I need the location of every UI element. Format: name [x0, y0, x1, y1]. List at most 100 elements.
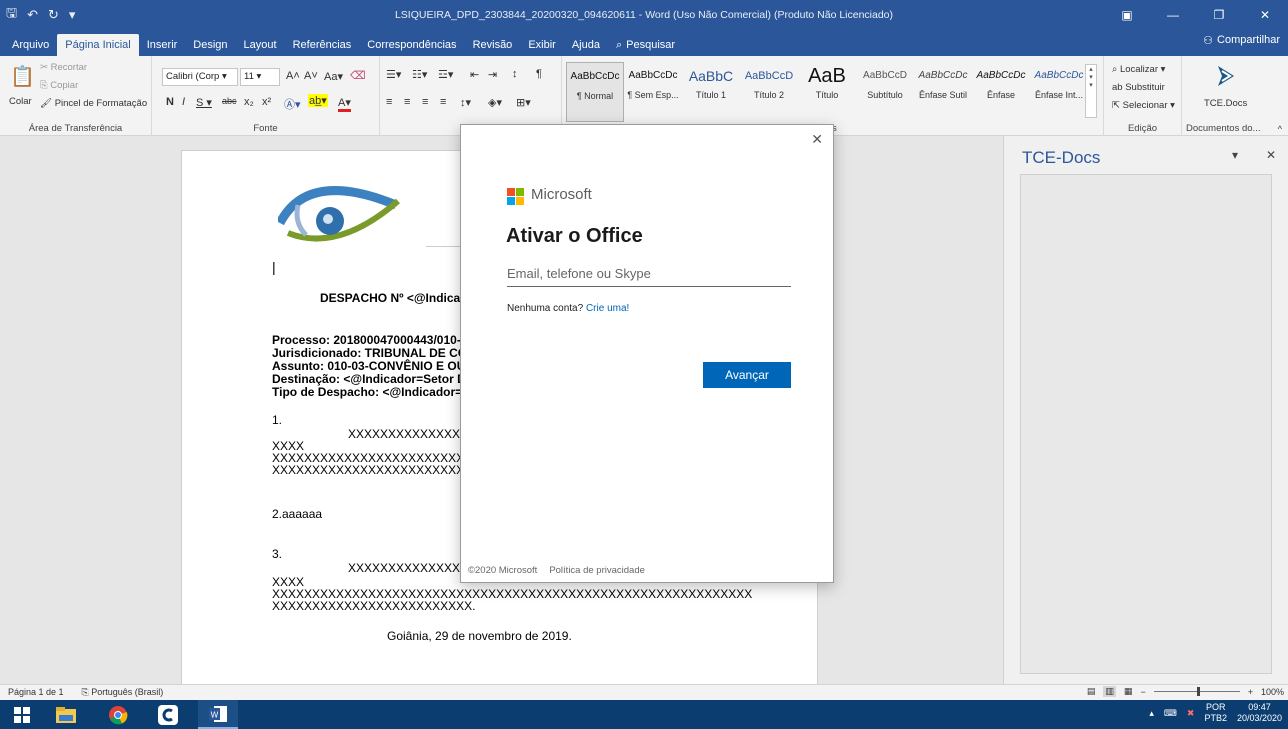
select-button[interactable]: ⇱ Selecionar ▾: [1112, 100, 1175, 111]
format-painter-button[interactable]: 🖌 Pincel de Formatação: [40, 98, 147, 109]
privacy-link[interactable]: Política de privacidade: [549, 565, 645, 576]
clear-formatting-icon[interactable]: ⌫: [350, 69, 366, 82]
read-mode-icon[interactable]: ▤: [1087, 686, 1096, 697]
style-item[interactable]: AaBbCcD Título 2: [740, 62, 798, 122]
tab-arquivo[interactable]: Arquivo: [4, 34, 57, 56]
decrease-indent-icon[interactable]: ⇤: [470, 68, 479, 81]
collapse-ribbon-icon[interactable]: ^: [1278, 124, 1282, 134]
styles-gallery-scroll[interactable]: ▴ ▾ ▾: [1085, 64, 1097, 118]
share-button[interactable]: ⚇ Compartilhar: [1203, 34, 1280, 47]
find-button[interactable]: ⌕ Localizar ▾: [1112, 64, 1165, 75]
item1-line2: XXXXXXXXXXXXXXXXXXXXXXXXX: [272, 463, 473, 477]
superscript-button[interactable]: x²: [262, 96, 271, 108]
increase-indent-icon[interactable]: ⇥: [488, 68, 497, 81]
shrink-font-icon[interactable]: A˅: [304, 70, 318, 82]
email-field[interactable]: [507, 261, 791, 287]
align-right-icon[interactable]: ≡: [422, 96, 428, 108]
align-center-icon[interactable]: ≡: [404, 96, 410, 108]
cut-button[interactable]: ✂ Recortar: [40, 62, 87, 73]
bold-button[interactable]: N: [166, 96, 174, 108]
text-effects-icon[interactable]: Ⓐ▾: [284, 96, 301, 112]
style-preview: AaBbC: [688, 68, 734, 84]
minimize-button[interactable]: —: [1150, 0, 1196, 30]
underline-button[interactable]: S ▾: [196, 96, 212, 109]
zoom-level[interactable]: 100%: [1261, 687, 1284, 697]
line-spacing-icon[interactable]: ↕▾: [460, 96, 471, 109]
italic-button[interactable]: I: [182, 96, 185, 108]
create-account-link[interactable]: Crie uma!: [586, 303, 629, 314]
align-left-icon[interactable]: ≡: [386, 96, 392, 108]
volume-muted-icon[interactable]: ✖: [1187, 708, 1195, 719]
paste-icon[interactable]: 📋: [10, 64, 35, 89]
style-item[interactable]: AaBbCcDc ¶ Normal: [566, 62, 624, 122]
font-color-icon[interactable]: A▾: [338, 96, 351, 112]
style-item[interactable]: AaB Título: [798, 62, 856, 122]
tray-chevron-icon[interactable]: ▴: [1149, 708, 1154, 719]
tab-inserir[interactable]: Inserir: [139, 34, 186, 56]
paste-button[interactable]: Colar: [9, 96, 32, 107]
zoom-out-icon[interactable]: −: [1140, 687, 1145, 697]
justify-icon[interactable]: ≡: [440, 96, 446, 108]
tab-design[interactable]: Design: [185, 34, 235, 56]
style-item[interactable]: AaBbCcDc Ênfase Int...: [1030, 62, 1088, 122]
zoom-thumb[interactable]: [1196, 687, 1200, 696]
pane-close-icon[interactable]: ✕: [1266, 148, 1276, 162]
task-pane-title: TCE-Docs: [1022, 148, 1101, 167]
clipboard-group: 📋 Colar ✂ Recortar ⎘ Copiar 🖌 Pincel de …: [0, 56, 152, 136]
tab-pagina-inicial[interactable]: Página Inicial: [57, 34, 139, 56]
style-item[interactable]: AaBbC Título 1: [682, 62, 740, 122]
tab-exibir[interactable]: Exibir: [520, 34, 564, 56]
multilevel-list-icon[interactable]: ☲▾: [438, 68, 453, 81]
app-c-icon[interactable]: [148, 700, 188, 729]
style-item[interactable]: AaBbCcDc ¶ Sem Esp...: [624, 62, 682, 122]
dialog-close-icon[interactable]: ✕: [811, 131, 823, 148]
sort-icon[interactable]: ↕: [512, 68, 518, 80]
tell-me-search[interactable]: ⌕ Pesquisar: [608, 34, 683, 56]
zoom-in-icon[interactable]: +: [1248, 687, 1253, 697]
tab-revisao[interactable]: Revisão: [465, 34, 521, 56]
font-family-select[interactable]: Calibri (Corp ▾: [162, 68, 238, 86]
tab-ajuda[interactable]: Ajuda: [564, 34, 608, 56]
numbering-icon[interactable]: ☷▾: [412, 68, 427, 81]
page-count[interactable]: Página 1 de 1: [8, 687, 64, 698]
start-button[interactable]: [2, 700, 42, 729]
web-layout-icon[interactable]: ▦: [1124, 686, 1133, 697]
ribbon-display-icon[interactable]: ▣: [1104, 0, 1150, 30]
copy-button[interactable]: ⎘ Copiar: [40, 80, 78, 91]
pane-options-icon[interactable]: ▾: [1232, 148, 1238, 162]
subscript-button[interactable]: x₂: [244, 96, 254, 108]
style-item[interactable]: AaBbCcDc Ênfase Sutil: [914, 62, 972, 122]
tcedocs-button[interactable]: TCE.Docs: [1204, 98, 1247, 109]
borders-icon[interactable]: ⊞▾: [516, 96, 531, 109]
input-language[interactable]: POR PTB2: [1204, 702, 1227, 724]
maximize-button[interactable]: ❐: [1196, 0, 1242, 30]
network-icon[interactable]: ⌨: [1164, 708, 1177, 719]
show-marks-icon[interactable]: ¶: [536, 68, 542, 80]
shading-icon[interactable]: ◈▾: [488, 96, 502, 109]
chrome-icon[interactable]: [98, 700, 138, 729]
highlight-icon[interactable]: ab̲▾: [308, 94, 328, 107]
zoom-slider[interactable]: [1153, 687, 1240, 696]
replace-button[interactable]: ab Substituir: [1112, 82, 1165, 93]
file-explorer-icon[interactable]: [46, 700, 86, 729]
clock[interactable]: 09:47 20/03/2020: [1237, 702, 1282, 724]
editing-group: ⌕ Localizar ▾ ab Substituir ⇱ Selecionar…: [1104, 56, 1182, 136]
print-layout-icon[interactable]: ▥: [1103, 686, 1116, 697]
change-case-icon[interactable]: Aa▾: [324, 70, 343, 83]
tab-correspondencias[interactable]: Correspondências: [359, 34, 464, 56]
grow-font-icon[interactable]: A˄: [286, 70, 300, 82]
word-taskbar-icon[interactable]: W: [198, 700, 238, 729]
close-button[interactable]: ✕: [1242, 0, 1288, 30]
style-item[interactable]: AaBbCcDc Ênfase: [972, 62, 1030, 122]
windows-taskbar: W ▴ ⌨ ✖ POR PTB2 09:47 20/03/2020: [0, 700, 1288, 729]
font-size-select[interactable]: 11 ▾: [240, 68, 280, 86]
next-button[interactable]: Avançar: [703, 362, 791, 388]
style-name: Título 1: [695, 90, 726, 100]
bullets-icon[interactable]: ☰▾: [386, 68, 401, 81]
tab-layout[interactable]: Layout: [236, 34, 285, 56]
tab-referencias[interactable]: Referências: [285, 34, 360, 56]
language-indicator[interactable]: ⎘ Português (Brasil): [82, 687, 164, 698]
tcedocs-logo-icon[interactable]: [1212, 62, 1240, 90]
strikethrough-button[interactable]: abc: [222, 96, 237, 106]
style-item[interactable]: AaBbCcD Subtítulo: [856, 62, 914, 122]
